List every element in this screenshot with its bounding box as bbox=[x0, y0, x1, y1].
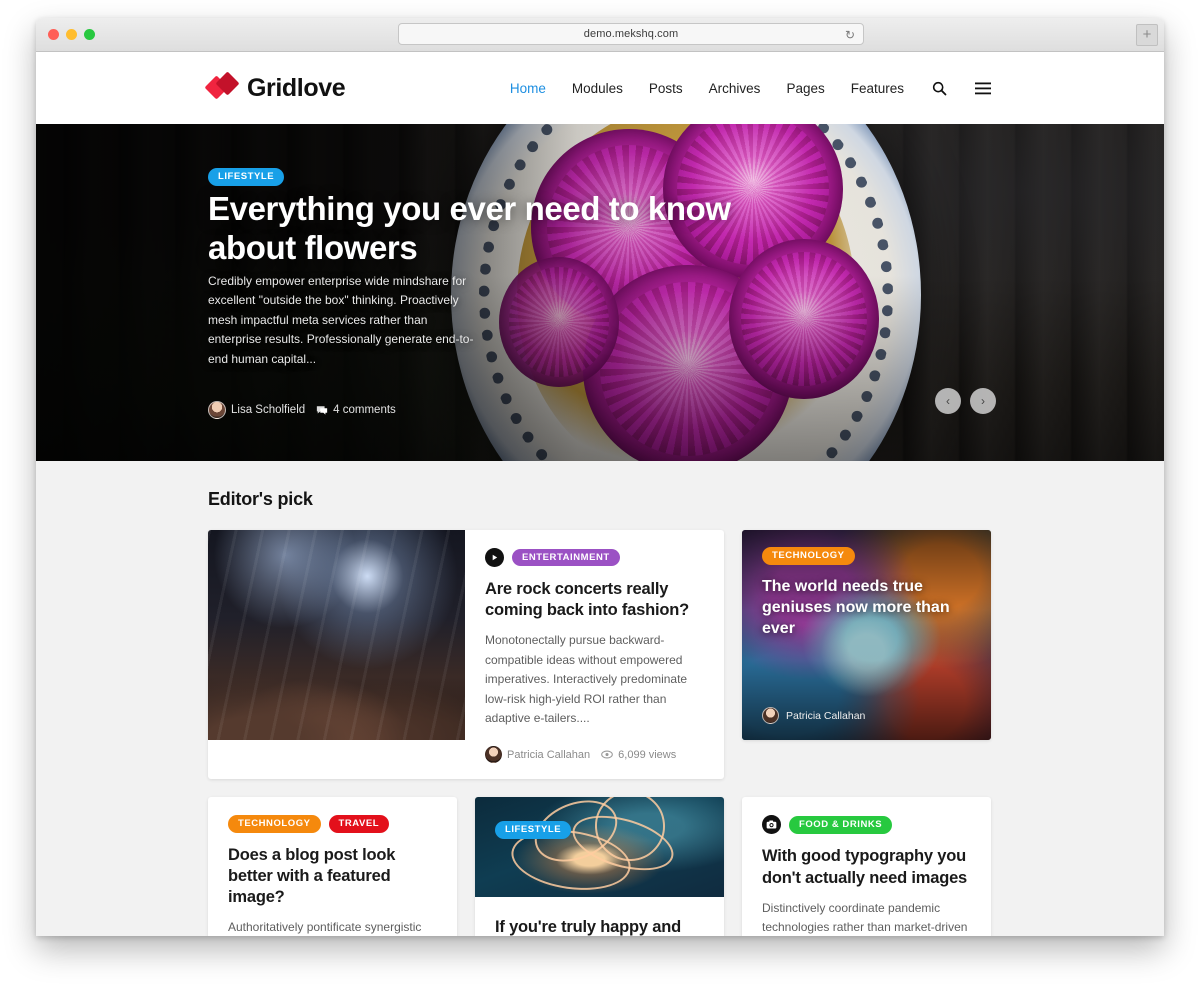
close-window-button[interactable] bbox=[48, 29, 59, 40]
address-bar[interactable]: demo.mekshq.com ↻ bbox=[398, 23, 864, 45]
nav-item-features[interactable]: Features bbox=[851, 81, 904, 96]
card-author-name: Patricia Callahan bbox=[507, 748, 591, 761]
card-title[interactable]: Does a blog post look better with a feat… bbox=[228, 845, 437, 908]
avatar bbox=[485, 746, 502, 764]
card-body: If you're truly happy and you know it le… bbox=[475, 897, 724, 936]
web-page: Gridlove Home Modules Posts Archives Pag… bbox=[36, 52, 1164, 936]
sparkler-thumbnail[interactable]: LIFESTYLE bbox=[475, 797, 724, 898]
url-text: demo.mekshq.com bbox=[583, 28, 679, 40]
card-truly-happy[interactable]: LIFESTYLE If you're truly happy and you … bbox=[475, 797, 724, 936]
hero-slider: LIFESTYLE Everything you ever need to kn… bbox=[36, 124, 1164, 461]
nav-item-pages[interactable]: Pages bbox=[786, 81, 824, 96]
browser-window: demo.mekshq.com ↻ + Gridlove Home Module… bbox=[36, 18, 1164, 936]
category-badge-technology[interactable]: TECHNOLOGY bbox=[762, 547, 855, 565]
avatar bbox=[208, 401, 226, 419]
new-tab-button[interactable]: + bbox=[1136, 24, 1158, 46]
badge-row: FOOD & DRINKS bbox=[762, 815, 971, 835]
hero-meta: Lisa Scholfield 4 comments bbox=[208, 401, 396, 419]
site-header: Gridlove Home Modules Posts Archives Pag… bbox=[36, 52, 1164, 124]
hero-excerpt: Credibly empower enterprise wide mindsha… bbox=[208, 274, 474, 366]
video-play-icon[interactable] bbox=[485, 548, 504, 567]
badge-row: TECHNOLOGY TRAVEL bbox=[228, 815, 437, 833]
nav-item-archives[interactable]: Archives bbox=[709, 81, 761, 96]
maximize-window-button[interactable] bbox=[84, 29, 95, 40]
card-excerpt: Distinctively coordinate pandemic techno… bbox=[762, 900, 968, 935]
category-badge-lifestyle[interactable]: LIFESTYLE bbox=[495, 821, 572, 839]
nav-item-home[interactable]: Home bbox=[510, 81, 546, 96]
main-navigation: Home Modules Posts Archives Pages Featur… bbox=[510, 52, 992, 124]
nav-item-posts[interactable]: Posts bbox=[649, 81, 683, 96]
eye-icon bbox=[601, 750, 613, 759]
card-row-1: ENTERTAINMENT Are rock concerts really c… bbox=[208, 530, 992, 780]
card-author[interactable]: Patricia Callahan bbox=[485, 746, 591, 764]
card-rock-concerts[interactable]: ENTERTAINMENT Are rock concerts really c… bbox=[208, 530, 724, 780]
card-views: 6,099 views bbox=[601, 749, 676, 761]
card-true-geniuses[interactable]: TECHNOLOGY The world needs true geniuses… bbox=[742, 530, 991, 740]
carousel-next-button[interactable]: › bbox=[970, 388, 996, 414]
hero-author-name: Lisa Scholfield bbox=[231, 404, 306, 416]
editors-pick-section: Editor's pick ENTERTAINMENT Are rock con… bbox=[36, 461, 1164, 936]
brand-name: Gridlove bbox=[247, 73, 346, 102]
card-body: TECHNOLOGY TRAVEL Does a blog post look … bbox=[208, 797, 457, 936]
window-controls bbox=[48, 29, 95, 40]
hero-comments[interactable]: 4 comments bbox=[316, 404, 396, 416]
concert-thumbnail[interactable] bbox=[208, 530, 465, 740]
gridlove-diamond-icon bbox=[204, 71, 240, 101]
card-author-name[interactable]: Patricia Callahan bbox=[786, 710, 865, 722]
card-body: FOOD & DRINKS With good typography you d… bbox=[742, 797, 991, 936]
reload-icon[interactable]: ↻ bbox=[845, 28, 855, 42]
hero-category-badge[interactable]: LIFESTYLE bbox=[208, 168, 285, 186]
category-badge-food-drinks[interactable]: FOOD & DRINKS bbox=[789, 816, 893, 834]
card-title[interactable]: Are rock concerts really coming back int… bbox=[485, 579, 704, 621]
nav-item-modules[interactable]: Modules bbox=[572, 81, 623, 96]
carousel-prev-button[interactable]: ‹ bbox=[935, 388, 961, 414]
card-excerpt: Authoritatively pontificate synergistic … bbox=[228, 920, 422, 935]
comment-icon bbox=[316, 405, 328, 416]
card-title[interactable]: If you're truly happy and you know it le… bbox=[495, 917, 704, 936]
card-blog-post-image[interactable]: TECHNOLOGY TRAVEL Does a blog post look … bbox=[208, 797, 457, 936]
card-meta: Patricia Callahan bbox=[762, 707, 865, 724]
hero-author[interactable]: Lisa Scholfield bbox=[208, 401, 305, 419]
card-title[interactable]: With good typography you don't actually … bbox=[762, 846, 971, 888]
hamburger-menu-icon[interactable] bbox=[974, 79, 992, 97]
card-views-count: 6,099 views bbox=[618, 748, 677, 761]
minimize-window-button[interactable] bbox=[66, 29, 77, 40]
card-good-typography[interactable]: FOOD & DRINKS With good typography you d… bbox=[742, 797, 991, 936]
section-title: Editor's pick bbox=[208, 489, 313, 509]
camera-icon[interactable] bbox=[762, 815, 781, 835]
category-badge-technology[interactable]: TECHNOLOGY bbox=[228, 815, 321, 833]
category-badge-entertainment[interactable]: ENTERTAINMENT bbox=[512, 548, 620, 567]
card-row-2: TECHNOLOGY TRAVEL Does a blog post look … bbox=[208, 797, 992, 936]
card-meta: Patricia Callahan 6,099 views bbox=[485, 746, 704, 764]
hero-content: LIFESTYLE Everything you ever need to kn… bbox=[208, 124, 768, 461]
hero-comments-count: 4 comments bbox=[333, 404, 396, 416]
card-title[interactable]: The world needs true geniuses now more t… bbox=[762, 576, 971, 639]
badge-row: ENTERTAINMENT bbox=[485, 548, 704, 567]
search-icon[interactable] bbox=[930, 79, 948, 97]
hero-title[interactable]: Everything you ever need to know about f… bbox=[208, 190, 748, 268]
hero-carousel-controls: ‹ › bbox=[935, 388, 996, 414]
card-body: ENTERTAINMENT Are rock concerts really c… bbox=[465, 530, 724, 779]
card-excerpt: Monotonectally pursue backward-compatibl… bbox=[485, 633, 688, 725]
site-logo[interactable]: Gridlove bbox=[204, 71, 346, 103]
category-badge-travel[interactable]: TRAVEL bbox=[328, 815, 390, 833]
avatar bbox=[762, 707, 779, 724]
browser-titlebar: demo.mekshq.com ↻ + bbox=[36, 18, 1164, 52]
